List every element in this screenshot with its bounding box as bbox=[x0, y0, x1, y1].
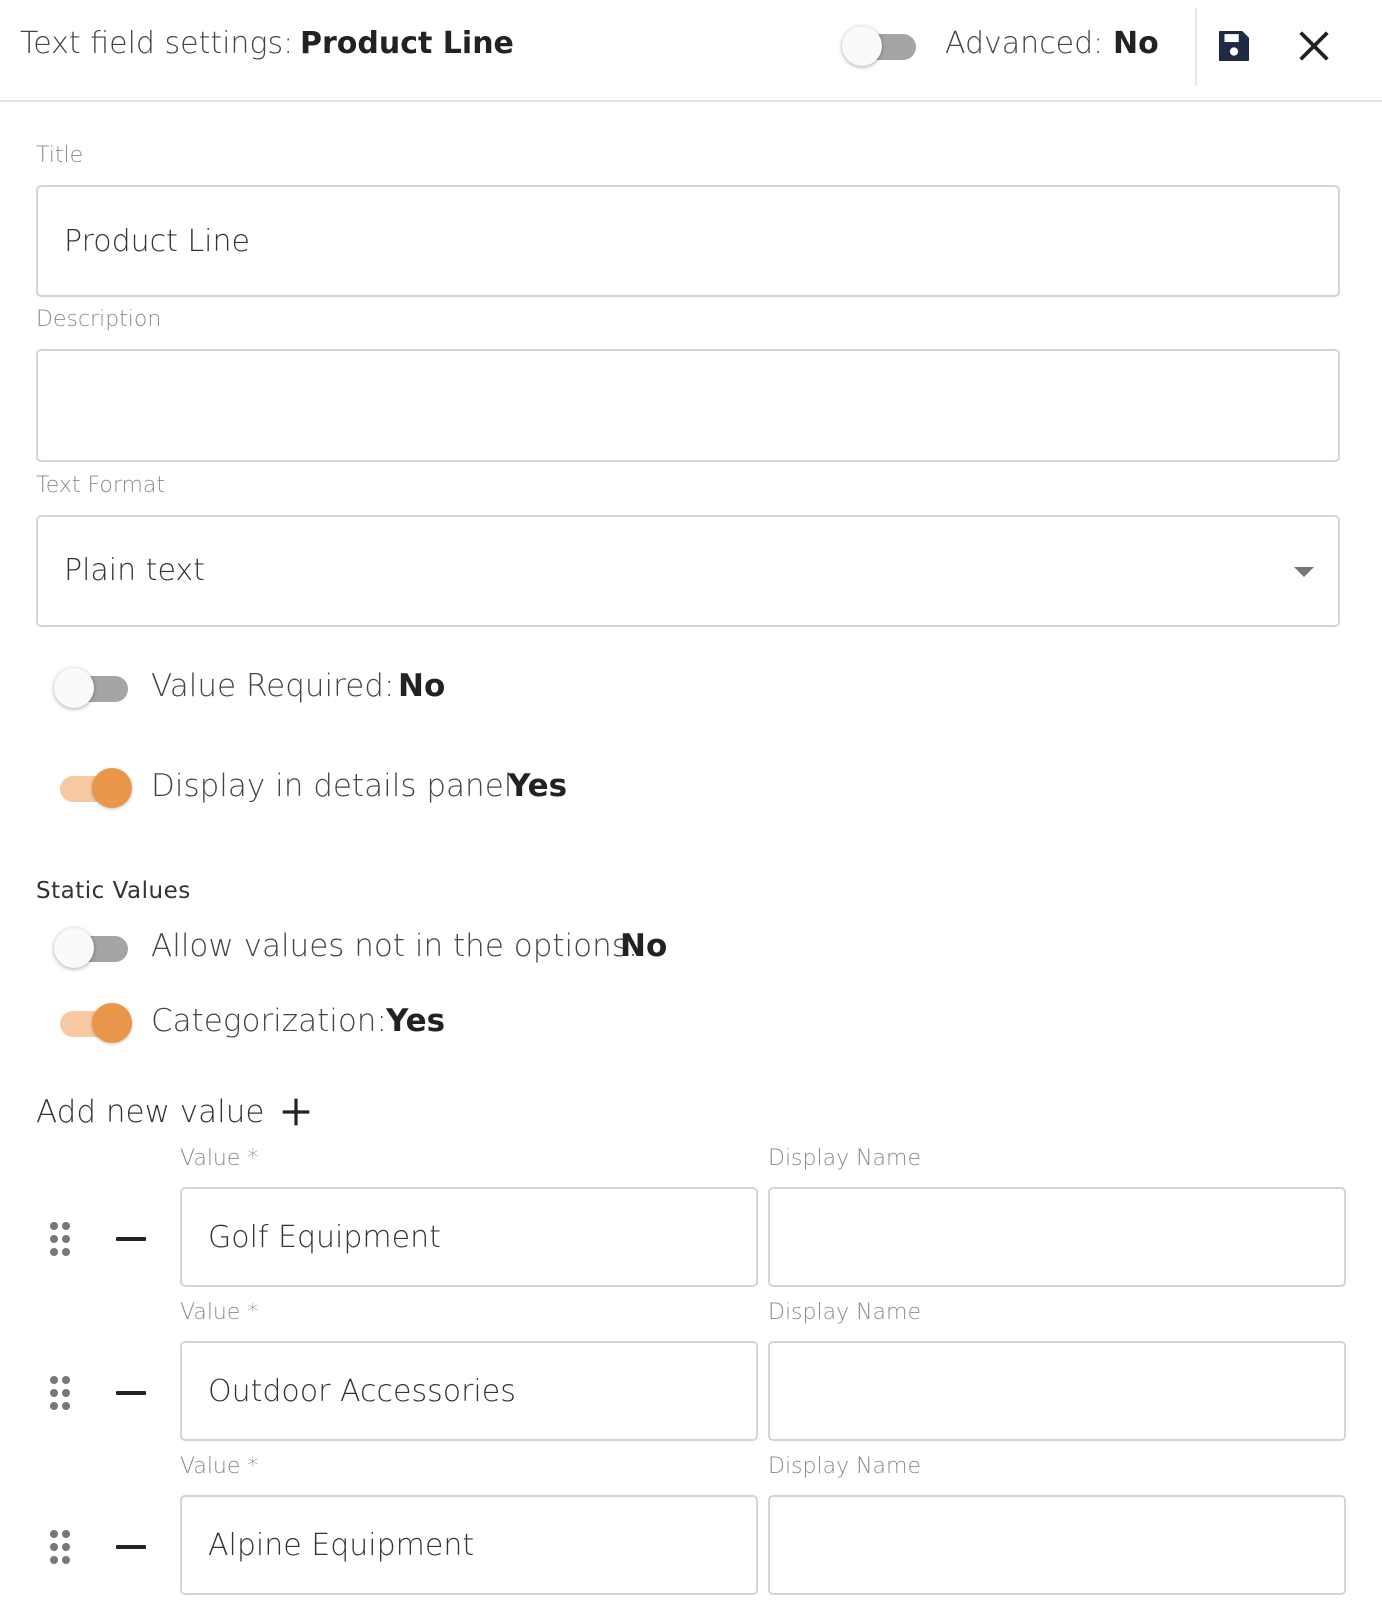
value-required-knob bbox=[54, 668, 94, 708]
text-format-select[interactable]: Plain text bbox=[36, 515, 1340, 627]
categorization-knob bbox=[92, 1003, 132, 1043]
categorization-label: Categorization: bbox=[151, 1003, 387, 1039]
allow-values-toggle[interactable] bbox=[54, 927, 128, 968]
save-icon bbox=[1218, 30, 1250, 62]
categorization-value: Yes bbox=[386, 1003, 446, 1039]
row-2-display-input[interactable] bbox=[770, 1343, 1344, 1439]
row-3-display-input[interactable] bbox=[770, 1497, 1344, 1593]
allow-values-knob bbox=[54, 928, 94, 968]
row-2-value-field[interactable] bbox=[180, 1341, 758, 1441]
value-required-value: No bbox=[398, 668, 446, 704]
row-3-display-label: Display Name bbox=[768, 1454, 921, 1479]
text-format-value: Plain text bbox=[64, 553, 205, 588]
advanced-value: No bbox=[1113, 26, 1159, 61]
add-new-value-label: Add new value bbox=[36, 1094, 265, 1130]
advanced-label: Advanced: bbox=[945, 26, 1104, 61]
row-2-drag-handle-icon[interactable] bbox=[48, 1376, 72, 1410]
description-field[interactable] bbox=[36, 349, 1340, 462]
row-3-value-field[interactable] bbox=[180, 1495, 758, 1595]
advanced-toggle[interactable] bbox=[842, 25, 916, 66]
row-2-value-label: Value * bbox=[180, 1300, 259, 1325]
row-1-display-field[interactable] bbox=[768, 1187, 1346, 1287]
row-1-value-label: Value * bbox=[180, 1146, 259, 1171]
row-3-remove-button[interactable] bbox=[116, 1531, 148, 1563]
row-2-remove-button[interactable] bbox=[116, 1377, 148, 1409]
display-details-value: Yes bbox=[508, 768, 568, 804]
value-required-label: Value Required: bbox=[151, 668, 395, 704]
save-button[interactable] bbox=[1214, 26, 1254, 66]
description-input[interactable] bbox=[38, 351, 1338, 460]
advanced-toggle-knob bbox=[842, 26, 882, 66]
close-button[interactable] bbox=[1294, 26, 1334, 66]
plus-icon bbox=[282, 1098, 310, 1126]
close-icon bbox=[1299, 31, 1329, 61]
description-label: Description bbox=[36, 307, 162, 332]
header-field-name: Product Line bbox=[300, 26, 514, 61]
row-2-value-input[interactable] bbox=[182, 1343, 756, 1439]
title-label: Title bbox=[36, 143, 84, 168]
row-3-value-input[interactable] bbox=[182, 1497, 756, 1593]
minus-icon bbox=[116, 1237, 146, 1241]
row-3-drag-handle-icon[interactable] bbox=[48, 1530, 72, 1564]
row-1-display-label: Display Name bbox=[768, 1146, 921, 1171]
row-1-drag-handle-icon[interactable] bbox=[48, 1222, 72, 1256]
row-3-display-field[interactable] bbox=[768, 1495, 1346, 1595]
header-divider bbox=[1195, 8, 1197, 86]
row-1-display-input[interactable] bbox=[770, 1189, 1344, 1285]
row-1-remove-button[interactable] bbox=[116, 1223, 148, 1255]
title-field[interactable] bbox=[36, 185, 1340, 297]
header-title: Text field settings: bbox=[20, 26, 294, 61]
display-details-knob bbox=[92, 768, 132, 808]
static-values-title: Static Values bbox=[36, 878, 191, 904]
dropdown-caret-icon bbox=[1294, 567, 1314, 577]
settings-header: Text field settings: Product Line Advanc… bbox=[0, 0, 1382, 102]
display-details-label: Display in details panel: bbox=[151, 768, 523, 804]
minus-icon bbox=[116, 1545, 146, 1549]
row-1-value-input[interactable] bbox=[182, 1189, 756, 1285]
title-input[interactable] bbox=[38, 187, 1338, 295]
row-3-value-label: Value * bbox=[180, 1454, 259, 1479]
row-1-value-field[interactable] bbox=[180, 1187, 758, 1287]
minus-icon bbox=[116, 1391, 146, 1395]
row-2-display-field[interactable] bbox=[768, 1341, 1346, 1441]
display-details-toggle[interactable] bbox=[58, 767, 132, 808]
row-2-display-label: Display Name bbox=[768, 1300, 921, 1325]
allow-values-value: No bbox=[620, 928, 668, 964]
text-format-label: Text Format bbox=[36, 473, 166, 498]
categorization-toggle[interactable] bbox=[58, 1002, 132, 1043]
allow-values-label: Allow values not in the options: bbox=[151, 928, 639, 964]
add-value-button[interactable] bbox=[278, 1094, 314, 1130]
value-required-toggle[interactable] bbox=[54, 667, 128, 708]
